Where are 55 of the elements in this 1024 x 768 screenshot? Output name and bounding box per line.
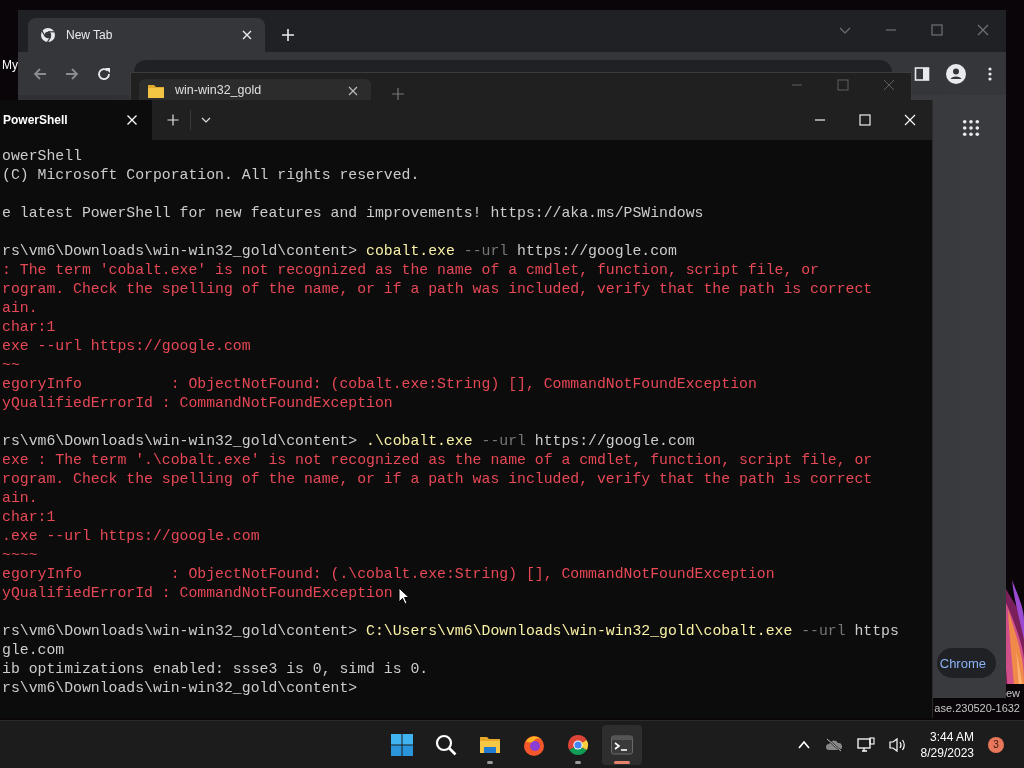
browser-logo-icon xyxy=(567,733,589,756)
build-watermark: ase.230520-1632 xyxy=(934,701,1020,716)
terminal-line: ain. xyxy=(2,299,38,318)
terminal-line: rogram. Check the spelling of the name, or if a path was included, verify that the path is correct xyxy=(2,280,873,299)
cloud-off-icon[interactable] xyxy=(824,736,843,753)
folder-icon xyxy=(147,83,165,99)
terminal-taskbar-button[interactable] xyxy=(602,724,642,765)
clock-date: 8/29/2023 xyxy=(920,744,974,761)
terminal-tab[interactable]: PowerShell xyxy=(0,100,152,140)
customize-button[interactable]: Chrome xyxy=(936,648,996,678)
close-icon[interactable] xyxy=(347,85,359,97)
apps-grid-icon[interactable] xyxy=(962,119,980,137)
terminal-line: yQualifiedErrorId : CommandNotFoundException xyxy=(2,394,393,413)
forward-icon[interactable] xyxy=(64,65,80,82)
terminal-line: rs\vm6\Downloads\win-win32_gold\content> C:\Users\vm6\Downloads\win-win32_gold\cobalt.exe --url https xyxy=(2,622,899,641)
terminal-line: owerShell xyxy=(2,147,82,166)
terminal-line: : The term 'cobalt.exe' is not recognized as the name of a cmdlet, function, script file, or xyxy=(2,261,819,280)
browser-logo-icon xyxy=(40,27,56,43)
back-icon[interactable] xyxy=(32,65,48,82)
profile-icon[interactable] xyxy=(946,63,966,84)
mouse-pointer-icon xyxy=(398,587,410,605)
clock-button[interactable]: 3:44 AM 8/29/2023 xyxy=(920,728,974,761)
terminal-line: rs\vm6\Downloads\win-win32_gold\content> cobalt.exe --url https://google.com xyxy=(2,242,677,261)
browser-tab[interactable]: New Tab xyxy=(28,18,265,52)
terminal-line: egoryInfo : ObjectNotFound: (.\cobalt.exe:String) [], CommandNotFoundException xyxy=(2,565,775,584)
volume-icon[interactable] xyxy=(888,736,907,753)
dropdown-icon[interactable] xyxy=(201,115,211,125)
terminal-line: egoryInfo : ObjectNotFound: (cobalt.exe:String) [], CommandNotFoundException xyxy=(2,375,757,394)
windows-logo-icon xyxy=(391,733,413,756)
terminal-line: char:1 xyxy=(2,318,56,337)
terminal-line: gle.com xyxy=(2,641,65,660)
fox-globe-icon xyxy=(523,733,545,756)
clock-time: 3:44 AM xyxy=(929,728,974,745)
terminal-line: yQualifiedErrorId : CommandNotFoundException xyxy=(2,584,393,603)
terminal-line: rs\vm6\Downloads\win-win32_gold\content> xyxy=(2,679,358,698)
terminal-line: e latest PowerShell for new features and improvements! https://aka.ms/PSWindows xyxy=(2,204,704,223)
terminal-line: rs\vm6\Downloads\win-win32_gold\content> .\cobalt.exe --url https://google.com xyxy=(2,432,695,451)
terminal-line: ~~~~ xyxy=(2,546,38,565)
terminal-line: (C) Microsoft Corporation. All rights reserved. xyxy=(2,166,420,185)
terminal-line: exe --url https://google.com xyxy=(2,337,251,356)
terminal-icon xyxy=(611,733,633,756)
terminal-line: ain. xyxy=(2,489,38,508)
desktop-icon-label[interactable]: My xyxy=(2,58,18,72)
terminal-line: char:1 xyxy=(2,508,56,527)
network-icon[interactable] xyxy=(856,736,875,753)
terminal-line: ib optimizations enabled: ssse3 is 0, simd is 0. xyxy=(2,660,429,679)
terminal-line: exe : The term '.\cobalt.exe' is not recognized as the name of a cmdlet, function, script file, or xyxy=(2,451,873,470)
side-panel-icon[interactable] xyxy=(914,65,930,82)
search-icon xyxy=(435,733,457,756)
build-watermark: ew xyxy=(1005,686,1020,701)
notification-badge[interactable]: 3 xyxy=(988,736,1004,753)
terminal-line: .exe --url https://google.com xyxy=(2,527,260,546)
reload-icon[interactable] xyxy=(96,65,112,82)
terminal-line: ~~ xyxy=(2,356,20,375)
terminal-line: rogram. Check the spelling of the name, or if a path was included, verify that the path is correct xyxy=(2,470,873,489)
